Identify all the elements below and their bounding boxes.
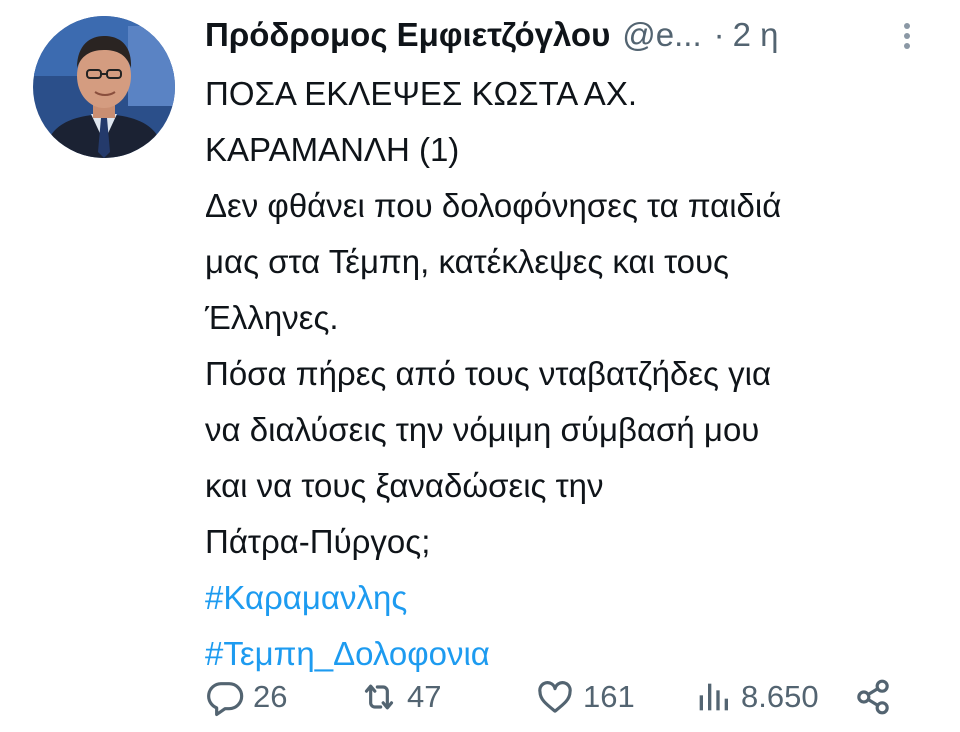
tweet-text-line: και να τους ξαναδώσεις την xyxy=(205,467,604,504)
retweet-button[interactable]: 47 xyxy=(359,672,441,722)
share-button[interactable] xyxy=(853,672,893,722)
avatar-photo xyxy=(33,16,175,158)
tweet-text-line: Πόσα πήρες από τους νταβατζήδες για xyxy=(205,355,772,392)
timestamp[interactable]: 2 η xyxy=(733,16,779,54)
views-icon xyxy=(699,683,728,711)
separator-dot: · xyxy=(713,16,725,53)
tweet-text-line: να διαλύσεις την νόμιμη σύμβασή μου xyxy=(205,411,760,448)
tweet-text-line: ΠΟΣΑ ΕΚΛΕΨΕΣ ΚΩΣΤΑ ΑΧ. xyxy=(205,75,637,112)
reply-count: 26 xyxy=(253,679,288,714)
views-count: 8.650 xyxy=(741,679,819,714)
more-vertical-icon xyxy=(904,23,910,49)
views-button[interactable]: 8.650 xyxy=(693,672,819,722)
display-name[interactable]: Πρόδρομος Εμφιετζόγλου xyxy=(205,16,610,54)
like-button[interactable]: 161 xyxy=(535,672,635,722)
tweet-header: Πρόδρομος Εμφιετζόγλου @e... · 2 η xyxy=(205,12,779,58)
retweet-icon xyxy=(364,684,394,710)
hashtag-link[interactable]: #Καραμανλης xyxy=(205,570,945,626)
more-options-button[interactable] xyxy=(895,20,919,52)
user-handle[interactable]: @e... xyxy=(622,16,701,54)
tweet-text: ΠΟΣΑ ΕΚΛΕΨΕΣ ΚΩΣΤΑ ΑΧ. ΚΑΡΑΜΑΝΛΗ (1) Δεν… xyxy=(205,66,945,682)
tweet-card: Πρόδρομος Εμφιετζόγλου @e... · 2 η ΠΟΣΑ … xyxy=(0,0,960,732)
avatar[interactable] xyxy=(33,16,175,158)
like-count: 161 xyxy=(583,679,635,714)
action-bar: 26 47 161 8.650 xyxy=(205,672,905,722)
tweet-text-line: Δεν φθάνει που δολοφόνησες τα παιδιά xyxy=(205,187,782,224)
tweet-text-line: Έλληνες. xyxy=(205,299,339,336)
reply-icon xyxy=(207,682,244,717)
tweet-text-line: Πάτρα-Πύργος; xyxy=(205,523,431,560)
retweet-count: 47 xyxy=(407,679,442,714)
heart-icon xyxy=(538,681,572,713)
share-icon xyxy=(857,679,889,715)
tweet-text-line: ΚΑΡΑΜΑΝΛΗ (1) xyxy=(205,131,460,168)
tweet-text-line: μας στα Τέμπη, κατέκλεψες και τους xyxy=(205,243,729,280)
reply-button[interactable]: 26 xyxy=(205,672,287,722)
